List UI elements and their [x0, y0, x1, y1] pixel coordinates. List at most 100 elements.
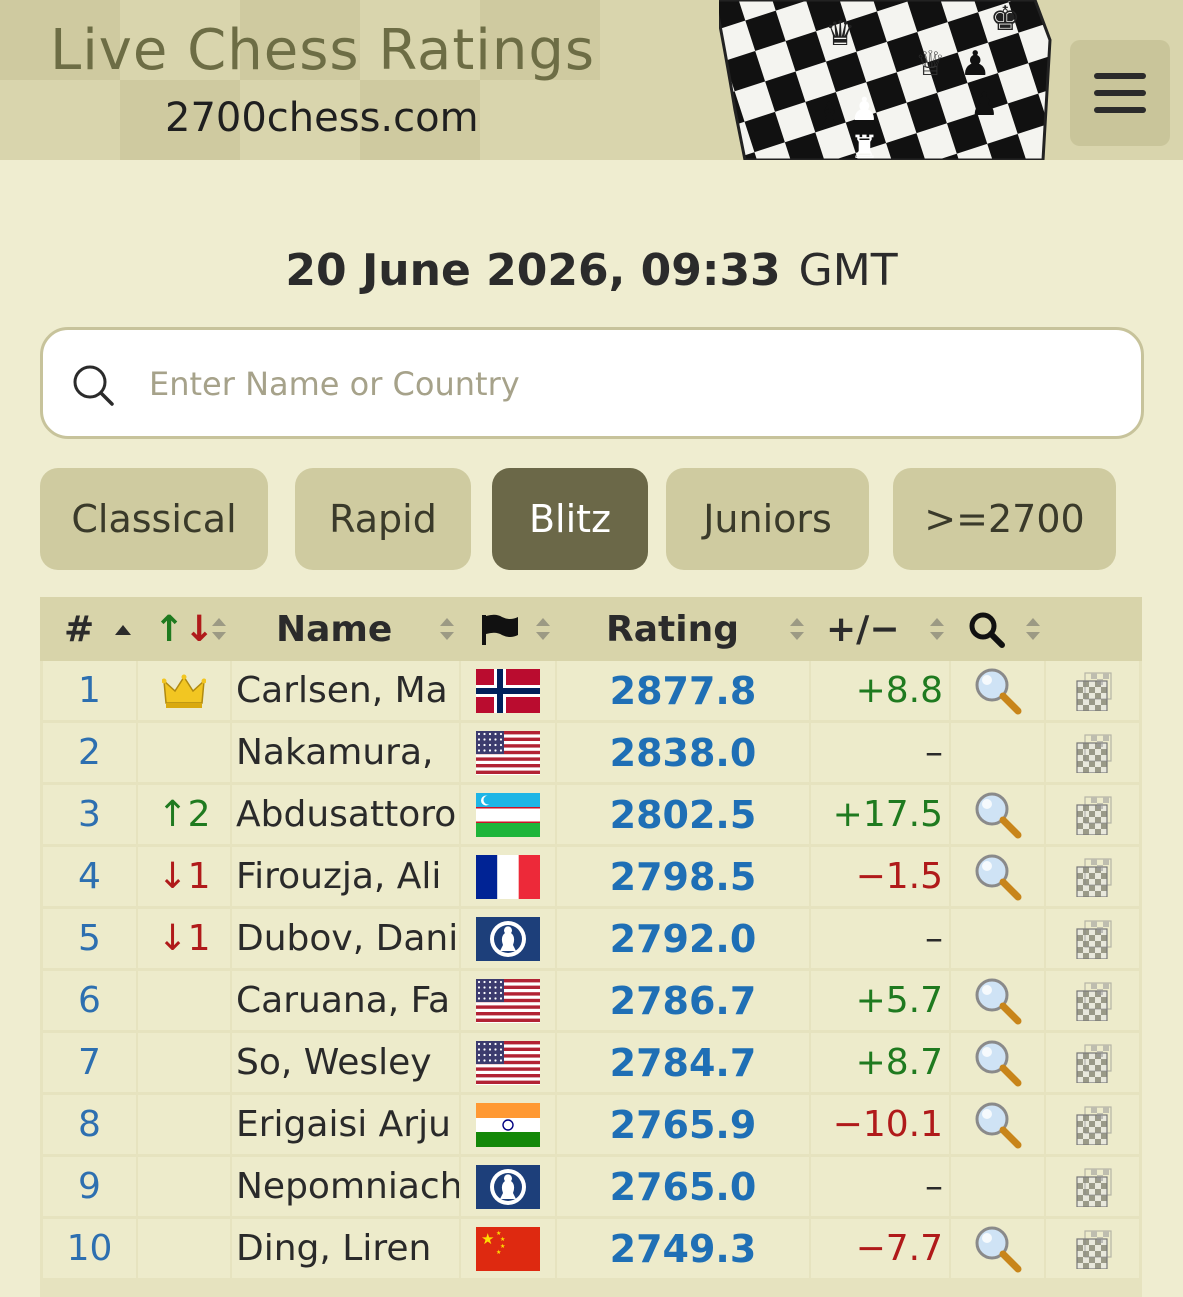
games-search-cell [951, 723, 1044, 782]
site-header: Live Chess Ratings 2700chess.com ♛ ♕ ♟ ♚… [0, 0, 1183, 160]
sort-icon[interactable] [534, 615, 552, 643]
magnifier-icon[interactable] [972, 665, 1024, 717]
magnifier-icon[interactable] [972, 975, 1024, 1027]
magnifier-icon[interactable] [972, 1037, 1024, 1089]
table-row: 7 So, Wesley 2784.7 +8.7 [40, 1033, 1142, 1095]
change-cell [138, 1219, 230, 1278]
sort-ascending-icon[interactable] [114, 615, 132, 643]
search-box[interactable] [40, 327, 1144, 439]
chessboard-icon[interactable] [1073, 919, 1113, 959]
rating-diff: +5.7 [811, 971, 949, 1030]
ratings-timestamp: 20 June 2026, 09:33 GMT [0, 245, 1183, 296]
table-row: 2 Nakamura, 2838.0 – [40, 723, 1142, 785]
country-flag-cell [461, 1157, 555, 1216]
player-name-link[interactable]: Nepomniach [232, 1157, 459, 1216]
games-search-cell[interactable] [951, 1219, 1044, 1278]
player-name-link[interactable]: Erigaisi Arju [232, 1095, 459, 1154]
board-cell[interactable] [1046, 785, 1139, 844]
games-search-cell[interactable] [951, 971, 1044, 1030]
player-name-link[interactable]: Ding, Liren [232, 1219, 459, 1278]
chessboard-icon[interactable] [1073, 795, 1113, 835]
chessboard-icon[interactable] [1073, 1105, 1113, 1145]
games-search-cell[interactable] [951, 785, 1044, 844]
tab-classical[interactable]: Classical [40, 468, 268, 570]
svg-text:♟: ♟ [850, 90, 879, 128]
board-cell[interactable] [1046, 1157, 1139, 1216]
column-name[interactable]: Name [276, 597, 392, 661]
board-cell[interactable] [1046, 661, 1139, 720]
usa-flag-icon [476, 730, 540, 775]
column-change[interactable]: ↑ ↓ [154, 597, 214, 661]
rank-cell: 4 [43, 847, 136, 906]
site-title[interactable]: Live Chess Ratings [50, 18, 595, 83]
board-cell[interactable] [1046, 1095, 1139, 1154]
rating-value: 2749.3 [557, 1219, 809, 1278]
player-name-link[interactable]: Abdusattoro [232, 785, 459, 844]
magnifier-icon[interactable] [972, 851, 1024, 903]
board-cell[interactable] [1046, 723, 1139, 782]
tab-juniors[interactable]: Juniors [666, 468, 869, 570]
rank-cell: 9 [43, 1157, 136, 1216]
column-rank[interactable]: # [64, 597, 94, 661]
games-search-cell [951, 909, 1044, 968]
games-search-cell[interactable] [951, 1095, 1044, 1154]
fide-flag-icon [476, 916, 540, 961]
player-name-link[interactable]: Dubov, Dani [232, 909, 459, 968]
sort-icon[interactable] [210, 615, 228, 643]
magnifier-icon[interactable] [972, 1099, 1024, 1151]
tab-2700-plus[interactable]: >=2700 [893, 468, 1116, 570]
sort-icon[interactable] [788, 615, 806, 643]
menu-button[interactable] [1070, 40, 1170, 146]
rank-cell: 3 [43, 785, 136, 844]
sort-icon[interactable] [438, 615, 456, 643]
board-cell[interactable] [1046, 1033, 1139, 1092]
player-name-link[interactable]: So, Wesley [232, 1033, 459, 1092]
rating-diff: −7.7 [811, 1219, 949, 1278]
svg-text:★: ★ [500, 1236, 505, 1243]
player-name-link[interactable]: Carlsen, Ma [232, 661, 459, 720]
country-flag-cell [461, 909, 555, 968]
board-cell[interactable] [1046, 1219, 1139, 1278]
column-rating[interactable]: Rating [606, 597, 739, 661]
hamburger-menu-icon-bar [1094, 107, 1146, 113]
magnifier-icon[interactable] [968, 611, 1006, 649]
board-cell[interactable] [1046, 971, 1139, 1030]
tab-blitz[interactable]: Blitz [492, 468, 648, 570]
magnifier-icon[interactable] [972, 1223, 1024, 1275]
chessboard-icon[interactable] [1073, 671, 1113, 711]
rating-diff: +8.7 [811, 1033, 949, 1092]
hamburger-menu-icon-bar [1094, 90, 1146, 96]
sort-icon[interactable] [928, 615, 946, 643]
chessboard-icon[interactable] [1073, 981, 1113, 1021]
chessboard-icon[interactable] [1073, 1043, 1113, 1083]
rating-value: 2765.0 [557, 1157, 809, 1216]
board-cell[interactable] [1046, 909, 1139, 968]
magnifier-icon[interactable] [972, 789, 1024, 841]
chessboard-icon[interactable] [1073, 857, 1113, 897]
sort-icon[interactable] [1024, 615, 1042, 643]
games-search-cell[interactable] [951, 661, 1044, 720]
table-row: 6 Caruana, Fa 2786.7 +5.7 [40, 971, 1142, 1033]
column-diff[interactable]: +/− [826, 597, 899, 661]
chessboard-icon[interactable] [1073, 733, 1113, 773]
table-row: 10 Ding, Liren ★ ★ ★ ★ ★ 2749.3 −7.7 [40, 1219, 1142, 1281]
site-url[interactable]: 2700chess.com [165, 95, 479, 141]
usa-flag-icon [476, 1040, 540, 1085]
china-flag-icon: ★ ★ ★ ★ ★ [476, 1226, 540, 1271]
chessboard-icon[interactable] [1073, 1229, 1113, 1269]
tab-rapid[interactable]: Rapid [295, 468, 471, 570]
board-cell[interactable] [1046, 847, 1139, 906]
country-flag-cell [461, 723, 555, 782]
games-search-cell[interactable] [951, 1033, 1044, 1092]
player-name-link[interactable]: Nakamura, [232, 723, 459, 782]
games-search-cell[interactable] [951, 847, 1044, 906]
svg-text:♝: ♝ [815, 95, 844, 133]
table-row: 1 Carlsen, Ma 2877.8 +8.8 [40, 661, 1142, 723]
search-input[interactable] [147, 350, 1111, 418]
flag-icon[interactable] [480, 613, 520, 647]
player-name-link[interactable]: Caruana, Fa [232, 971, 459, 1030]
chessboard-icon[interactable] [1073, 1167, 1113, 1207]
change-cell [138, 1095, 230, 1154]
france-flag-icon [476, 854, 540, 899]
player-name-link[interactable]: Firouzja, Ali [232, 847, 459, 906]
